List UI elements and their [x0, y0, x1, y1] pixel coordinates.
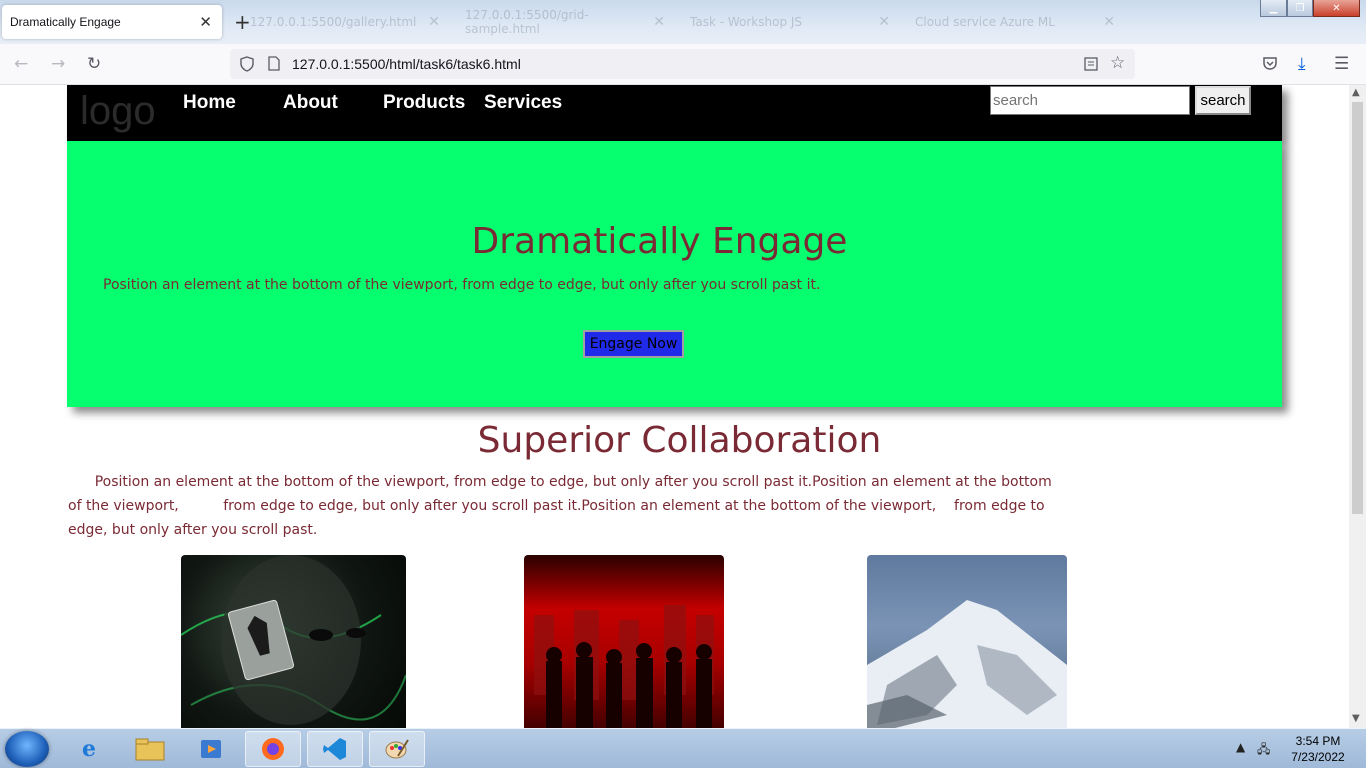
- joker-card-image: [181, 555, 406, 728]
- taskbar-clock[interactable]: 3:54 PM 7/23/2022: [1282, 733, 1354, 765]
- hero-title: Dramatically Engage: [471, 221, 848, 262]
- minimize-button[interactable]: ▁: [1260, 0, 1287, 17]
- nav-link-home[interactable]: Home: [183, 92, 236, 114]
- background-tab[interactable]: Task - Workshop JS ✕: [680, 8, 900, 36]
- browser-tab-strip: 127.0.0.1:5500/gallery.html ✕ 127.0.0.1:5…: [0, 0, 1366, 44]
- reload-icon[interactable]: ↻: [87, 54, 101, 74]
- tab-label: 127.0.0.1:5500/gallery.html: [250, 15, 417, 29]
- background-tab[interactable]: 127.0.0.1:5500/grid-sample.html ✕: [455, 8, 675, 36]
- close-icon[interactable]: ✕: [653, 14, 665, 30]
- forward-arrow-icon[interactable]: →: [51, 54, 65, 74]
- windows-taskbar: e ▲ 🖧 3:54 PM 7/23/2022: [0, 728, 1366, 768]
- bookmark-star-icon[interactable]: ☆: [1110, 53, 1125, 73]
- site-navbar: logo Home About Products Services search: [67, 85, 1282, 141]
- menu-icon[interactable]: ☰: [1334, 54, 1349, 74]
- engage-now-button[interactable]: Engage Now: [583, 330, 684, 358]
- show-hidden-icons-icon[interactable]: ▲: [1236, 740, 1245, 754]
- tab-label: 127.0.0.1:5500/grid-sample.html: [465, 8, 589, 36]
- section-paragraph: Position an element at the bottom of the…: [68, 470, 1068, 542]
- reader-view-icon[interactable]: [1084, 57, 1098, 71]
- snowy-mountain-image: [867, 555, 1067, 728]
- page-icon: [268, 56, 280, 71]
- section-title: Superior Collaboration: [477, 420, 882, 461]
- paragraph-line: edge, but only after you scroll past.: [68, 522, 318, 538]
- scroll-up-arrow-icon[interactable]: ▲: [1352, 87, 1360, 98]
- active-tab-title: Dramatically Engage: [10, 15, 121, 29]
- shield-icon: [240, 56, 254, 72]
- tab-label: Cloud service Azure ML: [915, 15, 1055, 29]
- close-tab-icon[interactable]: ✕: [199, 13, 212, 31]
- paragraph-line: Position an element at the bottom of the…: [68, 474, 1052, 490]
- paint-icon[interactable]: [369, 731, 425, 767]
- background-tab[interactable]: 127.0.0.1:5500/gallery.html ✕: [240, 8, 450, 36]
- background-tab[interactable]: Cloud service Azure ML ✕: [905, 8, 1125, 36]
- url-text: 127.0.0.1:5500/html/task6/task6.html: [292, 56, 521, 72]
- maximize-button[interactable]: ❐: [1287, 0, 1313, 17]
- page-viewport: logo Home About Products Services search…: [0, 85, 1349, 728]
- download-icon[interactable]: ⤓: [1298, 54, 1306, 74]
- back-arrow-icon[interactable]: ←: [14, 54, 28, 74]
- pocket-icon[interactable]: [1262, 56, 1278, 71]
- close-window-button[interactable]: ✕: [1313, 0, 1360, 17]
- nav-link-services[interactable]: Services: [484, 92, 562, 114]
- search-button[interactable]: search: [1195, 86, 1251, 115]
- clock-date: 7/23/2022: [1291, 750, 1345, 764]
- crowd-silhouette-image: [524, 555, 724, 728]
- address-bar[interactable]: 127.0.0.1:5500/html/task6/task6.html ☆: [230, 49, 1135, 79]
- search-input[interactable]: [990, 86, 1190, 115]
- clock-time: 3:54 PM: [1295, 734, 1341, 748]
- file-explorer-icon[interactable]: [122, 731, 178, 767]
- browser-toolbar: ← → ↻ 127.0.0.1:5500/html/task6/task6.ht…: [0, 44, 1366, 85]
- paragraph-line: of the viewport, from edge to edge, but …: [68, 498, 1045, 514]
- nav-link-products[interactable]: Products: [383, 92, 465, 114]
- active-tab[interactable]: Dramatically Engage ✕: [2, 5, 222, 39]
- scroll-down-arrow-icon[interactable]: ▼: [1352, 713, 1360, 724]
- hero-text: Position an element at the bottom of the…: [103, 277, 821, 293]
- media-player-icon[interactable]: [183, 731, 239, 767]
- close-icon[interactable]: ✕: [1103, 14, 1115, 30]
- nav-link-about[interactable]: About: [283, 92, 338, 114]
- tab-label: Task - Workshop JS: [690, 15, 803, 29]
- close-icon[interactable]: ✕: [878, 14, 890, 30]
- site-logo[interactable]: logo: [80, 89, 156, 134]
- page-scrollbar[interactable]: ▲ ▼: [1349, 85, 1366, 728]
- vscode-icon[interactable]: [307, 731, 363, 767]
- new-tab-icon[interactable]: +: [234, 10, 251, 34]
- network-icon[interactable]: 🖧: [1257, 740, 1270, 761]
- firefox-icon[interactable]: [245, 731, 301, 767]
- close-icon[interactable]: ✕: [428, 14, 440, 30]
- scrollbar-thumb[interactable]: [1352, 102, 1363, 514]
- internet-explorer-icon[interactable]: e: [61, 731, 117, 767]
- start-button[interactable]: [5, 731, 49, 767]
- hero-section: Dramatically Engage Position an element …: [67, 141, 1282, 407]
